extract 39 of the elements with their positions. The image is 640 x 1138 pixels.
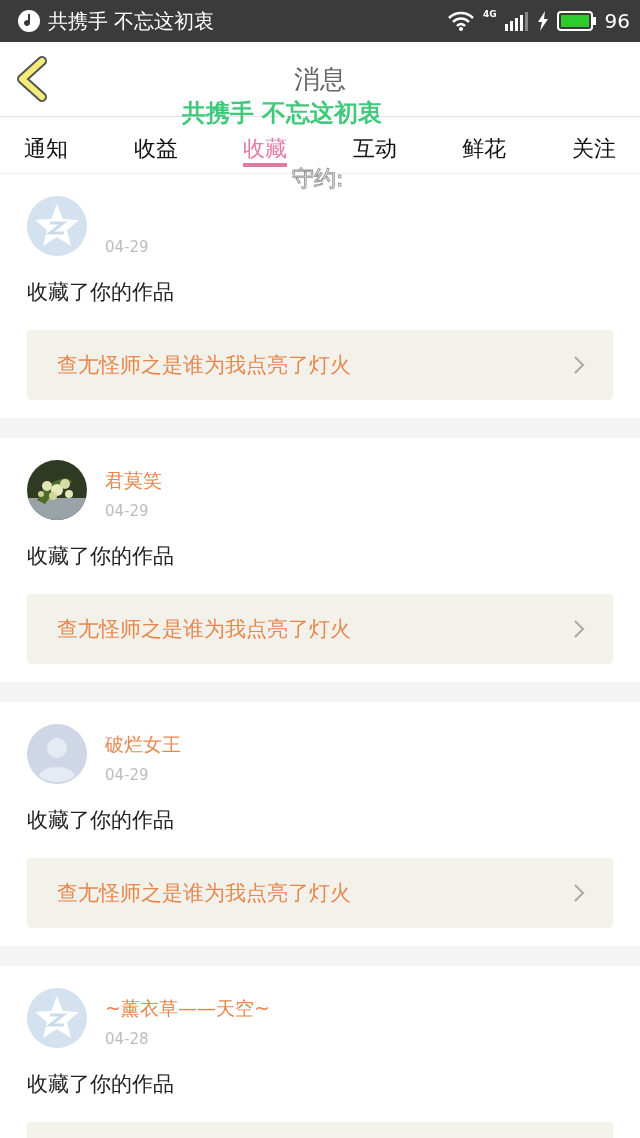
battery-icon (556, 11, 597, 31)
music-note-icon (18, 10, 40, 32)
message-date: 04-29 (105, 766, 150, 784)
lyrics-overlay: 共携手 不忘这初衷 (182, 101, 383, 125)
message-date: 04-28 (105, 1030, 150, 1048)
back-button[interactable] (14, 56, 50, 102)
message-text: 收藏了你的作品 (27, 1071, 175, 1098)
tab[interactable]: 收藏 (243, 131, 288, 167)
message-text: 收藏了你的作品 (27, 543, 175, 570)
battery-percent: 96 (604, 9, 630, 33)
network-type: 4G (482, 9, 497, 19)
user-name[interactable]: 破烂女王 (105, 732, 181, 758)
user-name[interactable]: ~薰衣草——天空~ (105, 996, 270, 1022)
tab[interactable]: 互动 (352, 131, 397, 167)
page-title: 消息 (294, 62, 346, 96)
song-title: 共携手 不忘这初衷 (48, 7, 216, 35)
user-name[interactable]: 君莫笑 (105, 468, 162, 494)
message-text: 收藏了你的作品 (27, 807, 175, 834)
lyrics-overlay: 守约: (292, 168, 344, 190)
avatar-silhouette-icon (27, 724, 87, 784)
work-link[interactable]: 查尢怪师之是谁为我点亮了灯火 (27, 330, 613, 400)
tab[interactable]: 通知 (24, 131, 68, 167)
chevron-right-icon (573, 619, 585, 639)
chevron-right-icon (573, 883, 585, 903)
tab[interactable]: 鲜花 (462, 131, 507, 167)
message-date: 04-29 (105, 502, 150, 520)
work-link[interactable]: 查尢怪师之是谁为我点亮了灯火 (27, 594, 613, 664)
wifi-icon (446, 10, 475, 32)
work-link[interactable]: 查尢怪师之是谁为我点亮了灯火 (27, 858, 613, 928)
charging-icon (536, 11, 549, 31)
work-title: 查尢怪师之是谁为我点亮了灯火 (57, 352, 351, 379)
message-text: 收藏了你的作品 (27, 279, 175, 306)
tab[interactable]: 关注 (571, 131, 616, 167)
work-title: 查尢怪师之是谁为我点亮了灯火 (57, 616, 351, 643)
tab[interactable]: 收益 (133, 131, 178, 167)
signal-icon (504, 11, 529, 31)
message-date: 04-29 (105, 238, 149, 256)
work-title: 查尢怪师之是谁为我点亮了灯火 (57, 880, 351, 907)
chevron-right-icon (573, 355, 585, 375)
